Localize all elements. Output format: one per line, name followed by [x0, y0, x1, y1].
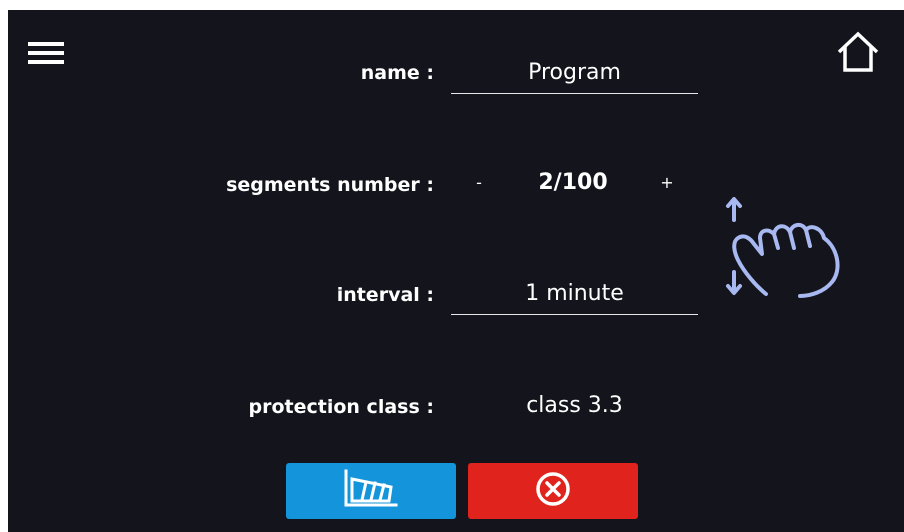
cancel-circle-icon	[535, 471, 571, 511]
name-label: name :	[360, 62, 434, 84]
swipe-vertical-hand-icon	[720, 190, 850, 300]
interval-field[interactable]: 1 minute	[451, 274, 698, 315]
interval-label: interval :	[336, 284, 434, 306]
segments-decrement-button[interactable]: -	[467, 173, 491, 192]
cancel-button[interactable]	[468, 463, 638, 519]
hamburger-menu-icon[interactable]	[28, 42, 64, 68]
name-field[interactable]: Program	[451, 53, 698, 94]
protection-class-value: class 3.3	[526, 393, 623, 418]
program-settings-screen: name : Program segments number : - 2/100…	[8, 10, 904, 532]
protection-class-label: protection class :	[248, 396, 434, 418]
program-chart-button[interactable]	[286, 463, 456, 519]
segments-number-value: 2/100	[538, 170, 608, 195]
segments-number-label: segments number :	[226, 174, 434, 196]
home-icon[interactable]	[834, 28, 882, 76]
chart-profile-icon	[343, 469, 399, 513]
segments-increment-button[interactable]: +	[655, 173, 679, 192]
